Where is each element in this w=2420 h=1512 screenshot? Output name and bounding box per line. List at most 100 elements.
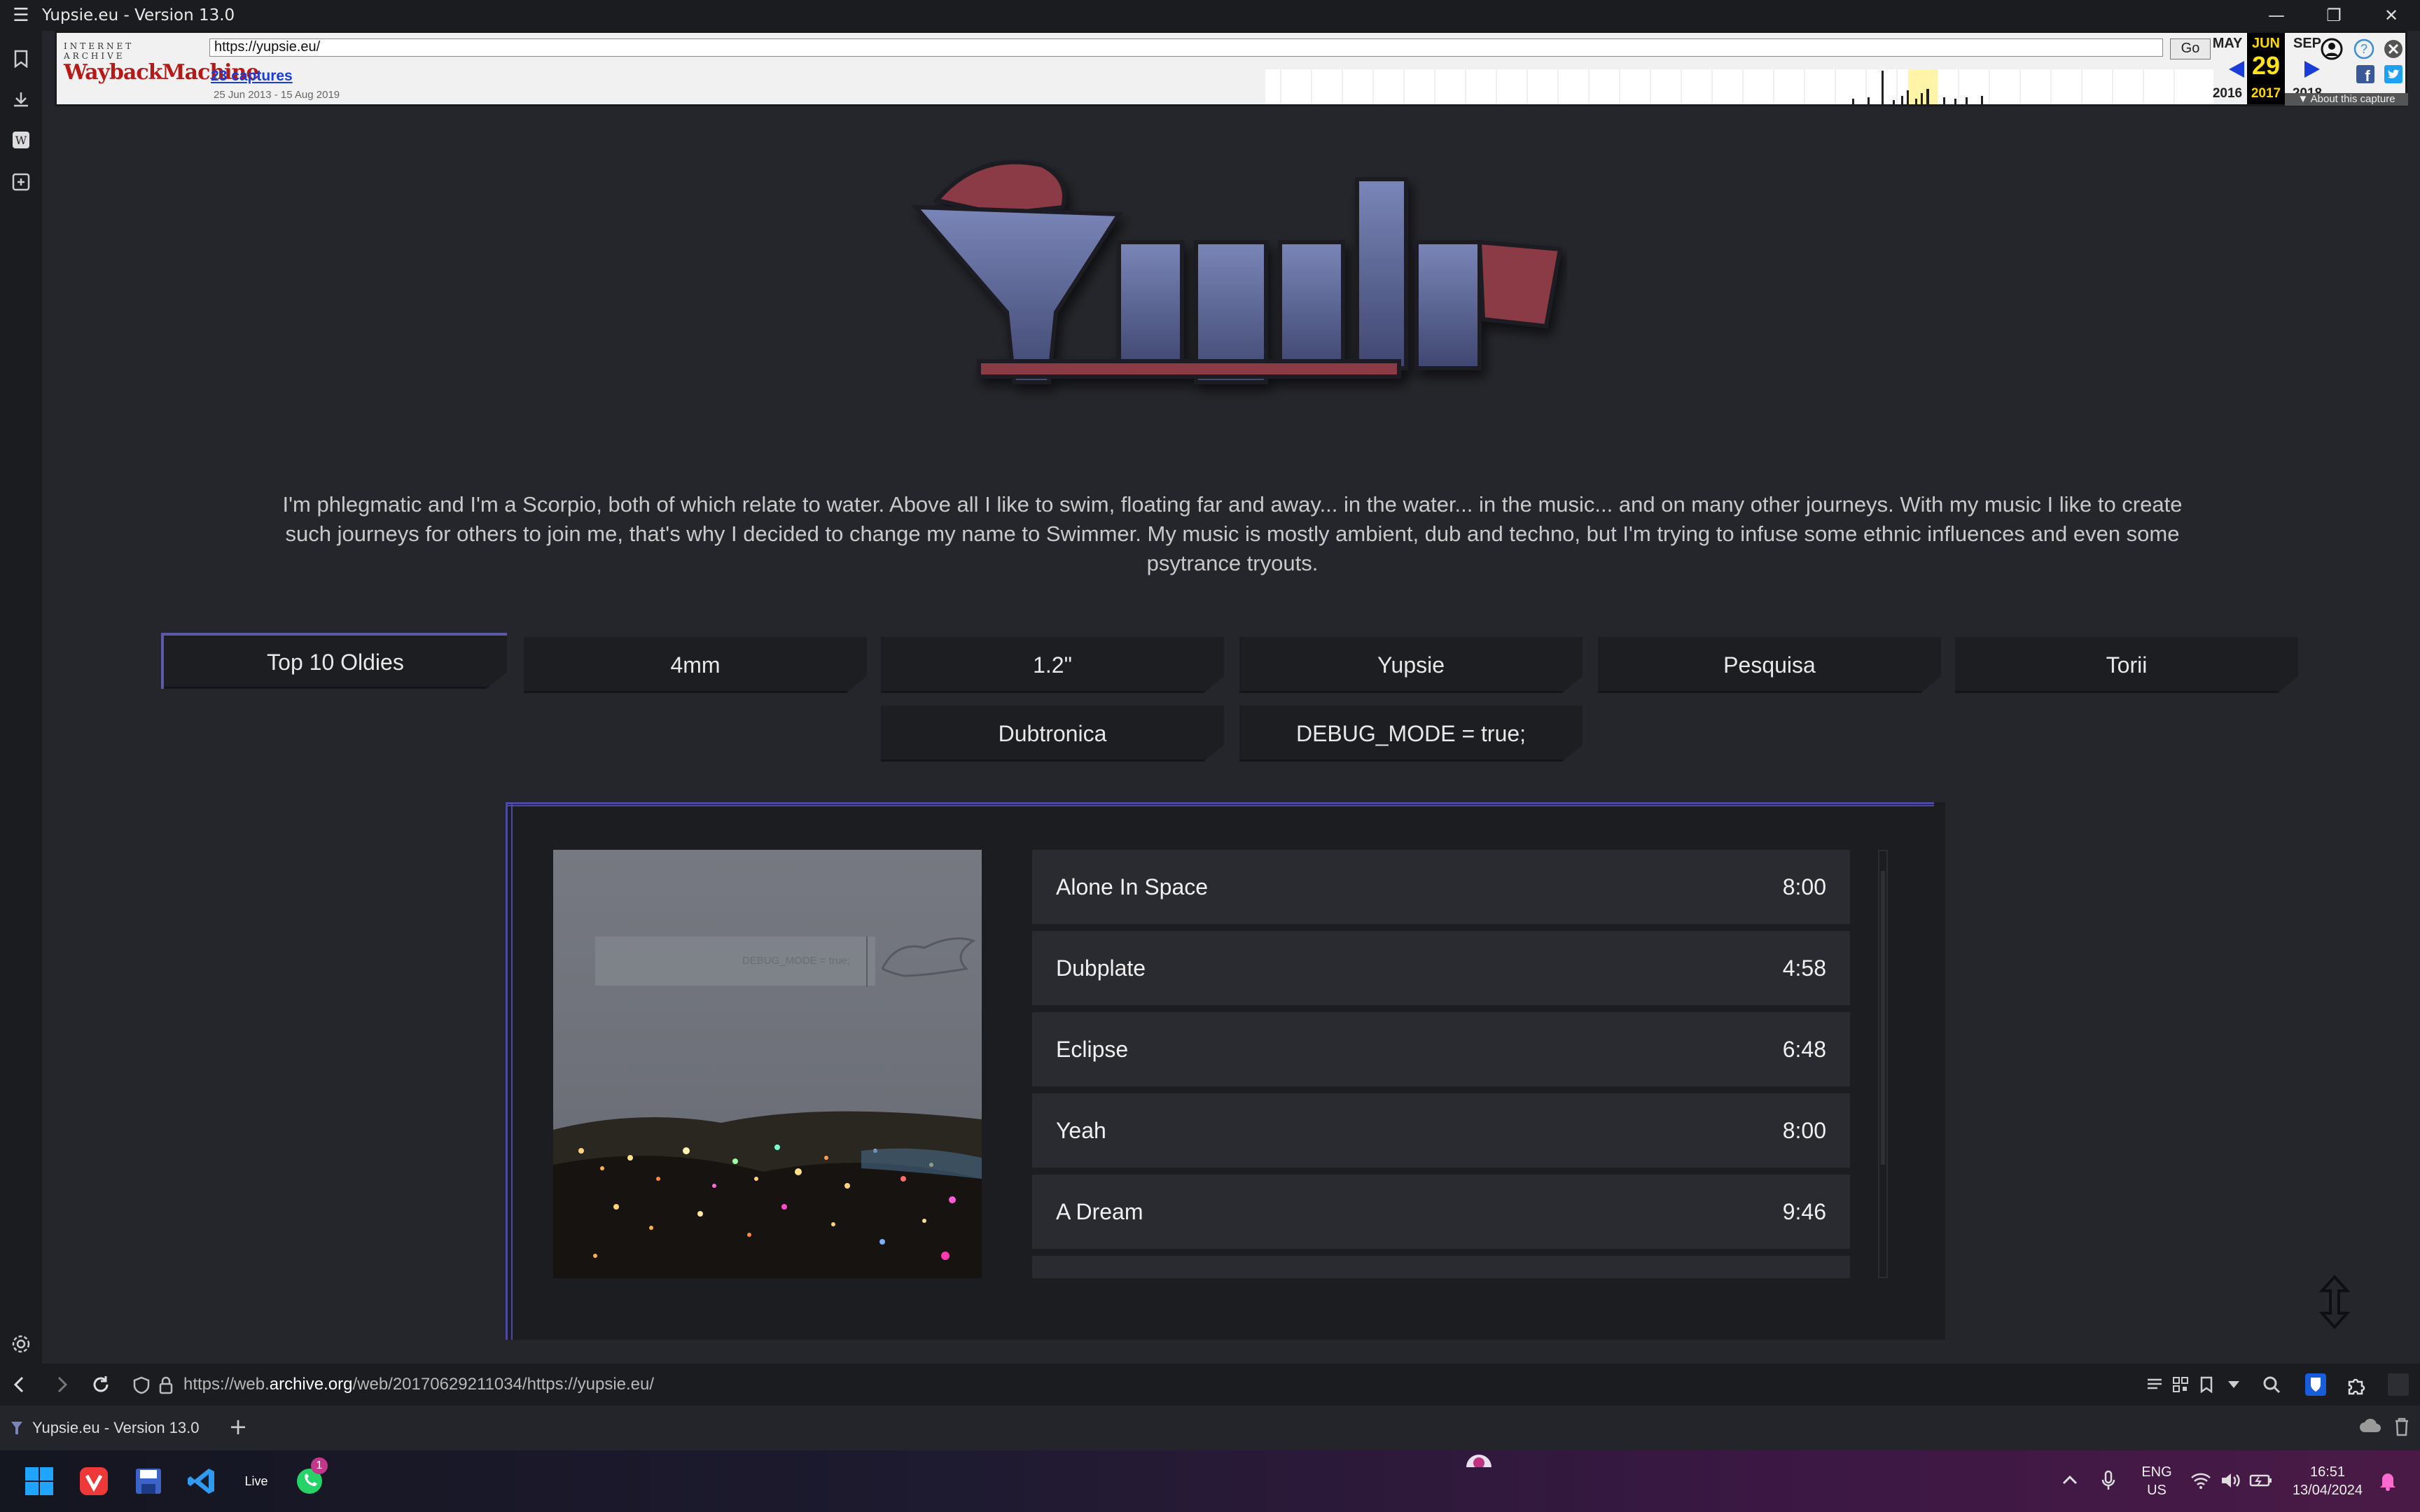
lock-icon[interactable] xyxy=(158,1376,174,1397)
forward-icon[interactable] xyxy=(52,1375,71,1397)
cover-caption: DEBUG_MODE = true; xyxy=(742,955,850,967)
notification-bell-icon[interactable] xyxy=(2378,1470,2398,1494)
clock[interactable]: 16:51 13/04/2024 xyxy=(2286,1463,2370,1499)
track-title: Yeah xyxy=(1056,1117,1106,1143)
close-icon[interactable]: ✕ xyxy=(2363,0,2420,31)
tab-title: Yupsie.eu - Version 13.0 xyxy=(32,1419,200,1436)
current-day-label: 29 xyxy=(2251,51,2281,80)
windows-taskbar: Live 1 ENG US 16:51 13/04/2024 xyxy=(0,1450,2420,1512)
restore-icon[interactable]: ❐ xyxy=(2305,0,2363,31)
wayback-go-button[interactable]: Go xyxy=(2170,38,2211,59)
track-duration: 8:00 xyxy=(1782,874,1826,899)
add-panel-icon[interactable] xyxy=(10,171,32,193)
album-cover[interactable]: DEBUG_MODE = true; xyxy=(553,850,982,1278)
wayback-logo[interactable]: INTERNET ARCHIVE WaybackMachine xyxy=(64,41,259,85)
prev-capture-arrow-icon[interactable] xyxy=(2229,61,2244,78)
tab-pesquisa[interactable]: Pesquisa xyxy=(1598,637,1941,693)
panel-left-border xyxy=(506,802,513,1340)
tab-1-2-inch[interactable]: 1.2" xyxy=(881,637,1224,693)
bookmark-icon[interactable] xyxy=(10,48,32,70)
track-row[interactable]: Yeah 8:00 xyxy=(1032,1093,1850,1170)
bing-avatar-icon[interactable] xyxy=(1463,1450,1494,1469)
reload-icon[interactable] xyxy=(91,1375,111,1397)
tab-4mm[interactable]: 4mm xyxy=(524,637,867,693)
captures-link[interactable]: 23 captures xyxy=(211,68,293,85)
expand-vertical-icon[interactable] xyxy=(2318,1274,2351,1330)
current-year-label: 2017 xyxy=(2251,86,2281,101)
close-toolbar-icon[interactable] xyxy=(2383,38,2404,59)
url-prefix: https://web. xyxy=(183,1375,270,1394)
wayback-logo-top: INTERNET ARCHIVE xyxy=(64,41,134,61)
svg-text:?: ? xyxy=(2360,42,2367,56)
cloud-sync-icon[interactable] xyxy=(2358,1418,2382,1438)
album-player-panel: DEBUG_MODE = true; Alone In Space 8:00 D… xyxy=(506,802,1945,1340)
about-capture-link[interactable]: ▼ About this capture xyxy=(2285,93,2408,106)
track-title: Dubplate xyxy=(1056,955,1146,981)
track-row[interactable]: Dubplate 4:58 xyxy=(1032,931,1850,1008)
download-icon[interactable] xyxy=(10,88,32,111)
settings-gear-icon[interactable] xyxy=(10,1333,32,1355)
help-icon[interactable]: ? xyxy=(2353,38,2374,59)
search-icon[interactable] xyxy=(2262,1375,2281,1397)
browser-url[interactable]: https://web.archive.org/web/201706292110… xyxy=(183,1375,654,1394)
battery-icon[interactable] xyxy=(2249,1471,2273,1492)
next-month-label: SEP xyxy=(2293,36,2322,51)
vscode-icon[interactable] xyxy=(183,1463,220,1499)
track-duration: 9:46 xyxy=(1782,1198,1826,1224)
site-favicon-icon xyxy=(11,1422,22,1434)
yupsie-logo xyxy=(895,137,1567,403)
wifi-icon[interactable] xyxy=(2190,1471,2211,1492)
dropdown-chevron-icon[interactable] xyxy=(2227,1379,2241,1393)
minimize-icon[interactable]: — xyxy=(2248,0,2305,31)
live-app-icon[interactable]: Live xyxy=(238,1463,274,1499)
bookmark-page-icon[interactable] xyxy=(2199,1376,2214,1396)
tab-torii[interactable]: Torii xyxy=(1955,637,2298,693)
browser-tab-bar: Yupsie.eu - Version 13.0 + xyxy=(0,1406,2420,1450)
back-icon[interactable] xyxy=(10,1375,29,1397)
tracklist-scrollbar-thumb[interactable] xyxy=(1881,871,1885,1165)
svg-text:W: W xyxy=(15,134,27,147)
track-row[interactable]: Eclipse 6:48 xyxy=(1032,1012,1850,1089)
wayback-logo-main: WaybackMachine xyxy=(64,60,259,85)
tab-yupsie[interactable]: Yupsie xyxy=(1239,637,1583,693)
new-tab-button[interactable]: + xyxy=(224,1413,252,1441)
current-month-label: JUN xyxy=(2251,36,2280,51)
tab-dubtronica[interactable]: Dubtronica xyxy=(881,706,1224,762)
whatsapp-badge: 1 xyxy=(311,1457,328,1474)
track-row[interactable] xyxy=(1032,1256,1850,1278)
track-row[interactable]: A Dream 9:46 xyxy=(1032,1175,1850,1252)
vivaldi-browser-icon[interactable] xyxy=(76,1463,112,1499)
profile-icon[interactable] xyxy=(2388,1373,2409,1396)
browser-tab-active[interactable]: Yupsie.eu - Version 13.0 xyxy=(0,1410,234,1446)
volume-icon[interactable] xyxy=(2220,1471,2241,1492)
clock-date: 13/04/2024 xyxy=(2292,1483,2363,1498)
browser-side-panel: W xyxy=(0,31,42,1364)
browser-address-bar: https://web.archive.org/web/201706292110… xyxy=(0,1364,2420,1406)
twitter-icon[interactable] xyxy=(2384,65,2402,83)
extensions-puzzle-icon[interactable] xyxy=(2346,1375,2367,1399)
tab-debug-mode[interactable]: DEBUG_MODE = true; xyxy=(1239,706,1583,762)
window-title-bar: ☰ Yupsie.eu - Version 13.0 — ❐ ✕ xyxy=(0,0,2420,31)
hamburger-menu-icon[interactable]: ☰ xyxy=(0,5,42,26)
track-row[interactable]: Alone In Space 8:00 xyxy=(1032,850,1850,927)
windows-start-icon[interactable] xyxy=(21,1463,57,1499)
input-language[interactable]: ENG US xyxy=(2140,1463,2174,1499)
tab-top-10-oldies[interactable]: Top 10 Oldies xyxy=(161,633,507,689)
qr-code-icon[interactable] xyxy=(2172,1376,2189,1396)
shield-icon[interactable] xyxy=(133,1376,150,1397)
wikipedia-icon[interactable]: W xyxy=(10,129,32,151)
wayback-url-input[interactable]: https://yupsie.eu/ xyxy=(209,38,2163,57)
capture-sparkline[interactable] xyxy=(1265,69,2213,104)
prev-month-label: MAY xyxy=(2212,36,2243,51)
svg-text:f: f xyxy=(2365,67,2370,83)
reader-view-icon[interactable] xyxy=(2146,1376,2164,1396)
track-duration: 8:00 xyxy=(1782,1117,1826,1143)
about-capture-label: About this capture xyxy=(2310,93,2395,105)
file-save-icon[interactable] xyxy=(130,1463,167,1499)
microphone-icon[interactable] xyxy=(2101,1470,2116,1494)
user-account-icon[interactable] xyxy=(2320,37,2344,61)
facebook-icon[interactable]: f xyxy=(2356,65,2374,85)
tray-overflow-chevron-icon[interactable] xyxy=(2061,1474,2078,1488)
bitwarden-icon[interactable] xyxy=(2305,1373,2326,1399)
trash-icon[interactable] xyxy=(2393,1417,2410,1439)
